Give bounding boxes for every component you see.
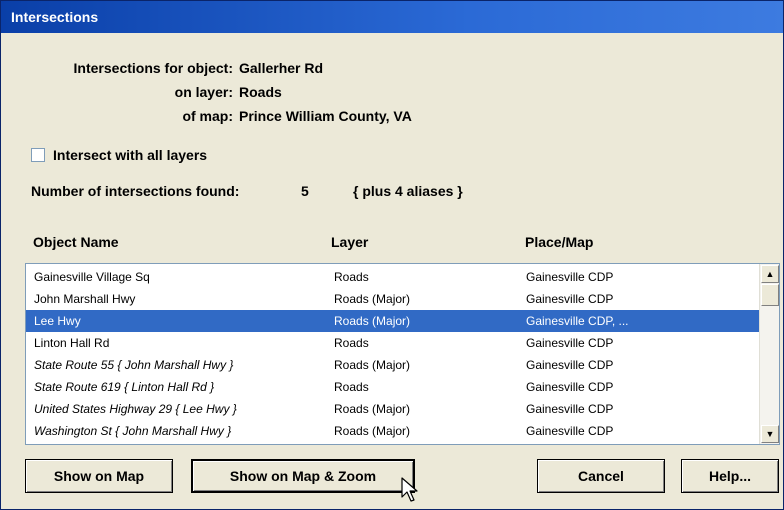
intersect-all-checkbox[interactable] <box>31 148 45 162</box>
scrollbar-thumb[interactable] <box>761 284 779 306</box>
list-scrollbar[interactable]: ▲ ▼ <box>759 264 779 444</box>
intersections-list[interactable]: Gainesville Village Sq Roads Gainesville C… <box>25 263 780 445</box>
list-item[interactable]: John Marshall Hwy Roads (Major) Gainesvill… <box>26 288 759 310</box>
layer-cell: Roads <box>334 336 369 350</box>
layer-value: Roads <box>239 84 282 100</box>
layer-cell: Roads (Major) <box>334 292 411 306</box>
list-item[interactable]: State Route 619 { Linton Hall Rd } Roads G… <box>26 376 759 398</box>
object-value: Gallerher Rd <box>239 60 324 76</box>
list-item[interactable]: State Route 55 { John Marshall Hwy } Road… <box>26 354 759 376</box>
list-rows: Gainesville Village Sq Roads Gainesville C… <box>26 266 759 442</box>
object-name-cell: Gainesville Village Sq <box>34 270 150 284</box>
layer-cell: Roads (Major) <box>334 358 411 372</box>
list-item[interactable]: Linton Hall Rd Roads Gainesville CDP <box>26 332 759 354</box>
map-value: Prince William County, VA <box>239 108 412 124</box>
count-label: Number of intersections found: <box>31 183 240 199</box>
place-cell: Gainesville CDP <box>526 402 614 416</box>
object-name-cell: State Route 55 { John Marshall Hwy } <box>34 358 234 372</box>
object-name-cell: State Route 619 { Linton Hall Rd } <box>34 380 215 394</box>
intersect-all-label[interactable]: Intersect with all layers <box>53 147 207 163</box>
list-item[interactable]: Gainesville Village Sq Roads Gainesville C… <box>26 266 759 288</box>
arrow-up-icon[interactable]: ▲ <box>761 265 779 283</box>
dialog-title: Intersections <box>1 1 783 33</box>
place-cell: Gainesville CDP <box>526 270 614 284</box>
list-item[interactable]: Washington St { John Marshall Hwy } Roads… <box>26 420 759 442</box>
map-label: of map: <box>182 108 233 124</box>
layer-cell: Roads <box>334 380 369 394</box>
object-name-cell: Lee Hwy <box>34 314 81 328</box>
object-name-cell: Linton Hall Rd <box>34 336 110 350</box>
count-value: 5 <box>301 183 309 199</box>
info-map-row: of map: Prince William County, VA <box>1 108 784 126</box>
column-header-object-name[interactable]: Object Name <box>33 234 119 250</box>
layer-cell: Roads (Major) <box>334 314 411 328</box>
intersections-dialog: Intersections Intersections for object: … <box>0 0 784 510</box>
layer-cell: Roads (Major) <box>334 424 411 438</box>
show-on-map-zoom-button[interactable]: Show on Map & Zoom <box>191 459 415 493</box>
object-label: Intersections for object: <box>73 60 233 76</box>
object-name-cell: John Marshall Hwy <box>34 292 136 306</box>
list-item[interactable]: United States Highway 29 { Lee Hwy } Road… <box>26 398 759 420</box>
layer-label: on layer: <box>174 84 233 100</box>
cancel-button[interactable]: Cancel <box>537 459 665 493</box>
column-header-place[interactable]: Place/Map <box>525 234 593 250</box>
layer-cell: Roads <box>334 270 369 284</box>
object-name-cell: United States Highway 29 { Lee Hwy } <box>34 402 237 416</box>
place-cell: Gainesville CDP <box>526 358 614 372</box>
place-cell: Gainesville CDP <box>526 380 614 394</box>
column-header-layer[interactable]: Layer <box>331 234 368 250</box>
place-cell: Gainesville CDP <box>526 292 614 306</box>
layer-cell: Roads (Major) <box>334 402 411 416</box>
aliases-note: { plus 4 aliases } <box>353 183 463 199</box>
list-item[interactable]: Lee Hwy Roads (Major) Gainesville CDP, ... <box>26 310 759 332</box>
place-cell: Gainesville CDP, ... <box>526 314 629 328</box>
object-name-cell: Washington St { John Marshall Hwy } <box>34 424 232 438</box>
mouse-cursor-icon <box>401 477 418 502</box>
help-button[interactable]: Help... <box>681 459 779 493</box>
place-cell: Gainesville CDP <box>526 336 614 350</box>
arrow-down-icon[interactable]: ▼ <box>761 425 779 443</box>
place-cell: Gainesville CDP <box>526 424 614 438</box>
info-layer-row: on layer: Roads <box>1 84 784 102</box>
show-on-map-button[interactable]: Show on Map <box>25 459 173 493</box>
info-object-row: Intersections for object: Gallerher Rd <box>1 60 784 78</box>
